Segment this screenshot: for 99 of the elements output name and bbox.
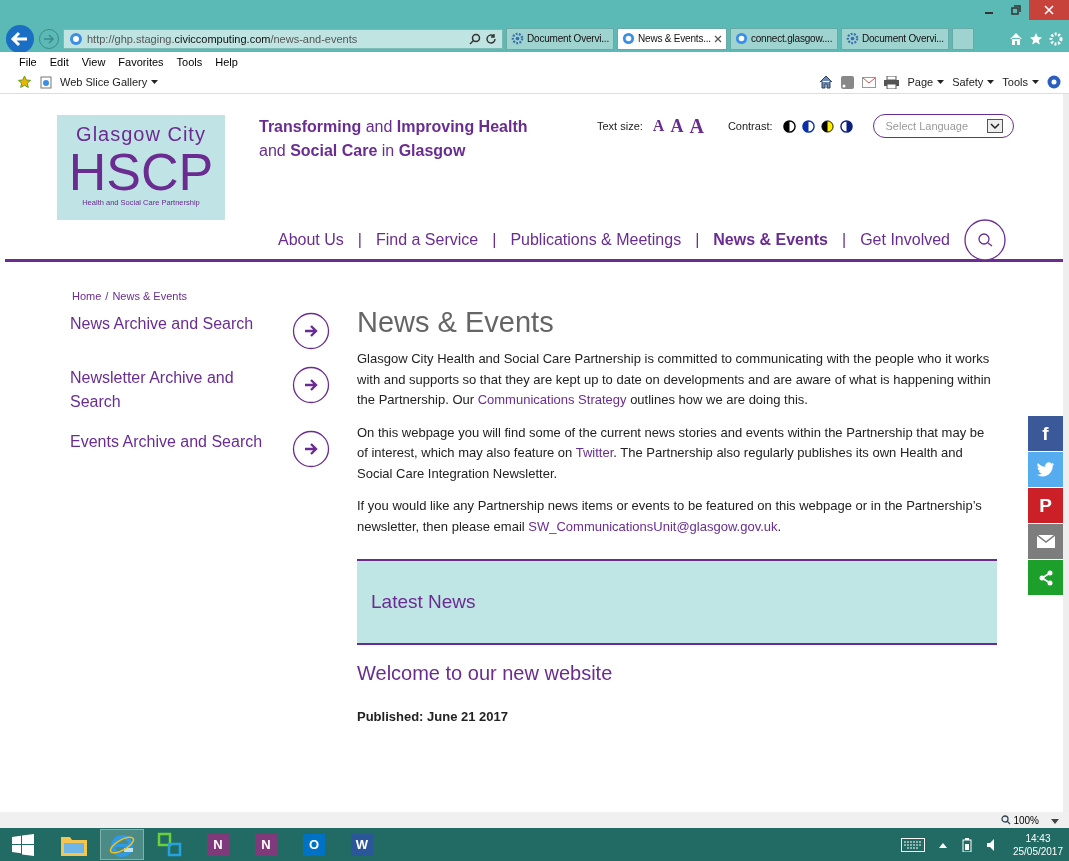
taskbar-app[interactable]: O [292, 829, 336, 860]
battery-icon[interactable] [960, 837, 973, 852]
contrast-icon[interactable] [839, 119, 853, 133]
text-size-button[interactable]: A [652, 117, 665, 135]
browser-tab[interactable]: connect.glasgow.... [729, 27, 838, 50]
web-slice-gallery-button[interactable]: Web Slice Gallery [60, 76, 148, 88]
feed-icon[interactable] [841, 75, 855, 89]
menu-item[interactable]: View [81, 55, 106, 68]
breadcrumb-separator: / [105, 290, 109, 304]
contrast-icon[interactable] [801, 119, 815, 133]
clock-date[interactable]: 25/05/2017 [1012, 844, 1063, 858]
caret-icon[interactable] [1032, 80, 1039, 84]
clock-time[interactable]: 14:43 [1025, 831, 1051, 845]
taskbar-app[interactable]: N [196, 829, 240, 860]
article-title[interactable]: Welcome to our new website [357, 662, 997, 685]
breadcrumb-link[interactable]: News & Events [112, 290, 187, 306]
nav-link[interactable]: Get Involved [860, 231, 950, 249]
nav-separator: | [695, 231, 700, 249]
favorites-star-icon[interactable] [17, 75, 32, 89]
browser-tab[interactable]: Document Overvi... [506, 27, 614, 50]
share-icon [1037, 569, 1054, 586]
share-share-button[interactable] [1028, 560, 1063, 595]
nav-separator: | [842, 231, 847, 249]
contrast-icon[interactable] [782, 119, 796, 133]
windows-start-icon[interactable] [12, 833, 34, 856]
bird-icon [1036, 462, 1055, 477]
text-size-button[interactable]: A [670, 115, 684, 137]
dropdown-icon [986, 119, 1003, 133]
menu-item[interactable]: Tools [176, 55, 203, 68]
close-icon[interactable] [1029, 0, 1069, 20]
email-share-button[interactable] [1028, 524, 1063, 559]
taskbar-app[interactable] [100, 829, 144, 860]
paragraph: If you would like any Partnership news items or events to be featured on this webpage or in the Partnership’s newsletter, then please email SW_CommunicationsUnit@glasgow.gov.uk. [357, 497, 983, 536]
app-icon: O [303, 833, 325, 856]
pinterest-share-button[interactable]: P [1028, 488, 1063, 523]
sidebar-link[interactable]: News Archive and Search [70, 312, 270, 336]
facebook-share-button[interactable]: f [1028, 416, 1063, 451]
caret-icon[interactable] [987, 80, 995, 84]
tagline: Transforming and Improving Health and Social Care in Glasgow [258, 117, 529, 161]
menu-item[interactable]: Favorites [118, 55, 164, 68]
mail-icon[interactable] [862, 76, 877, 88]
back-icon[interactable] [5, 23, 35, 54]
zoom-icon [1001, 815, 1012, 825]
linked-squares-icon [157, 831, 183, 858]
search-icon[interactable] [964, 219, 1006, 261]
app-icon: W [351, 833, 373, 856]
nav-separator: | [357, 231, 362, 249]
text-size-label: Text size: [597, 120, 643, 132]
contrast-icon[interactable] [820, 119, 834, 133]
envelope-icon [1036, 535, 1055, 548]
menu-item[interactable]: Edit [49, 55, 69, 68]
command-menu[interactable]: Page [907, 76, 934, 88]
browser-tab[interactable]: Document Overvi... [840, 27, 949, 50]
taskbar-app[interactable]: W [340, 829, 384, 860]
speaker-icon[interactable] [986, 838, 997, 851]
close-tab-icon[interactable] [713, 34, 722, 43]
published-date: Published: June 21 2017 [357, 709, 509, 724]
latest-news-heading: Latest News [371, 591, 476, 613]
taskbar-app[interactable]: N [244, 829, 288, 860]
paragraph: Glasgow City Health and Social Care Partnership is committed to communicating with the people who it works with and supports so that they are kept up to date on developments and are aware of what is happening within the Partnership. Our Communications Strategy outlines how we are doing this. [357, 350, 992, 409]
nav-separator: | [492, 231, 497, 249]
web-slice-icon[interactable] [40, 75, 52, 89]
contrast-label: Contrast: [727, 120, 773, 132]
address-field[interactable]: http://ghp.staging.civiccomputing.com/news-and-events [63, 28, 503, 49]
nav-link[interactable]: Publications & Meetings [510, 231, 682, 249]
caret-icon[interactable] [151, 80, 159, 84]
nav-link[interactable]: News & Events [713, 231, 828, 249]
printer-icon[interactable] [884, 75, 900, 89]
refresh-icon[interactable] [485, 32, 497, 45]
breadcrumb-link[interactable]: Home [72, 290, 102, 306]
gear-icon [845, 32, 859, 45]
arrow-circle-icon[interactable] [292, 430, 330, 468]
sidebar-link[interactable]: Newsletter Archive and Search [70, 366, 270, 414]
arrow-circle-icon[interactable] [292, 312, 330, 350]
browser-tab[interactable]: News & Events... [617, 27, 727, 50]
zoom-level[interactable]: 100% [1001, 814, 1039, 826]
gear-icon [511, 32, 524, 45]
chevron-up-icon[interactable] [938, 841, 947, 848]
command-menu[interactable]: Safety [952, 76, 984, 88]
app-icon: N [255, 833, 277, 856]
text-link[interactable]: Communications Strategy [477, 392, 627, 407]
home-icon[interactable] [819, 75, 834, 89]
text-link[interactable]: Twitter [575, 445, 614, 460]
caret-icon[interactable] [937, 80, 945, 84]
text-size-button[interactable]: A [689, 114, 704, 138]
menu-item[interactable]: Help [215, 55, 238, 68]
menu-item[interactable]: File [19, 55, 37, 68]
keyboard-icon[interactable] [900, 837, 925, 852]
search-icon[interactable] [469, 32, 481, 45]
page-heading: News & Events [357, 306, 555, 339]
paragraph: On this webpage you will find some of the current news stories and events within the Partnership that may be of interest, which may also feature on Twitter. The Partnership also regularly publishes its own Health and Social Care Integration Newsletter. [357, 423, 986, 483]
arrow-circle-icon[interactable] [292, 366, 330, 404]
nav-link[interactable]: About Us [278, 231, 344, 249]
app-icon: N [207, 833, 229, 856]
nav-link[interactable]: Find a Service [375, 231, 479, 249]
star-icon[interactable] [1029, 31, 1043, 46]
command-menu[interactable]: Tools [1002, 76, 1028, 88]
sidebar-link[interactable]: Events Archive and Search [70, 430, 270, 454]
text-link[interactable]: SW_CommunicationsUnit@glasgow.gov.uk [528, 518, 778, 534]
